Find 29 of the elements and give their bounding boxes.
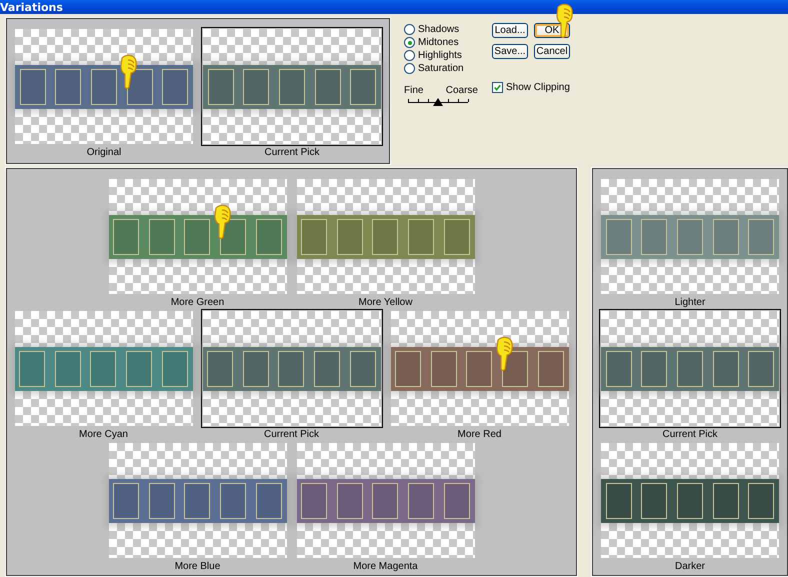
checkbox-label: Show Clipping <box>506 82 570 93</box>
thumbnail-label: More Yellow <box>358 297 412 308</box>
radio-button[interactable] <box>404 37 415 48</box>
scale-label: Fine <box>404 85 424 96</box>
thumbnail-label: Current Pick <box>662 429 718 440</box>
thumbnail-label: Current Pick <box>264 147 320 158</box>
radio-button[interactable] <box>404 24 415 35</box>
radio-button[interactable] <box>404 50 415 61</box>
thumbnail-label: More Magenta <box>353 561 418 572</box>
scale-label: Coarse <box>446 85 478 96</box>
thumbnail-label: More Blue <box>174 561 220 572</box>
radio-button[interactable] <box>404 63 415 74</box>
slider-thumb[interactable] <box>433 98 443 106</box>
thumbnail-label: Lighter <box>674 297 706 308</box>
dialog-button[interactable]: Load... <box>492 23 528 38</box>
thumbnail-label: Darker <box>674 561 705 572</box>
thumbnail-label: More Red <box>458 429 502 440</box>
thumbnail-label: Original <box>86 147 122 158</box>
window-title: Variations <box>0 0 63 14</box>
dialog-button[interactable]: Cancel <box>534 44 570 59</box>
dialog-button[interactable]: Save... <box>492 44 528 59</box>
radio-label: Highlights <box>418 50 462 61</box>
thumbnail-label: More Cyan <box>79 429 128 440</box>
radio-label: Saturation <box>418 63 464 74</box>
thumbnail-label: Current Pick <box>264 429 319 440</box>
radio-label: Midtones <box>418 37 459 48</box>
radio-label: Shadows <box>418 24 460 35</box>
thumbnail-label: More Green <box>170 297 224 308</box>
checkbox[interactable] <box>492 82 503 93</box>
